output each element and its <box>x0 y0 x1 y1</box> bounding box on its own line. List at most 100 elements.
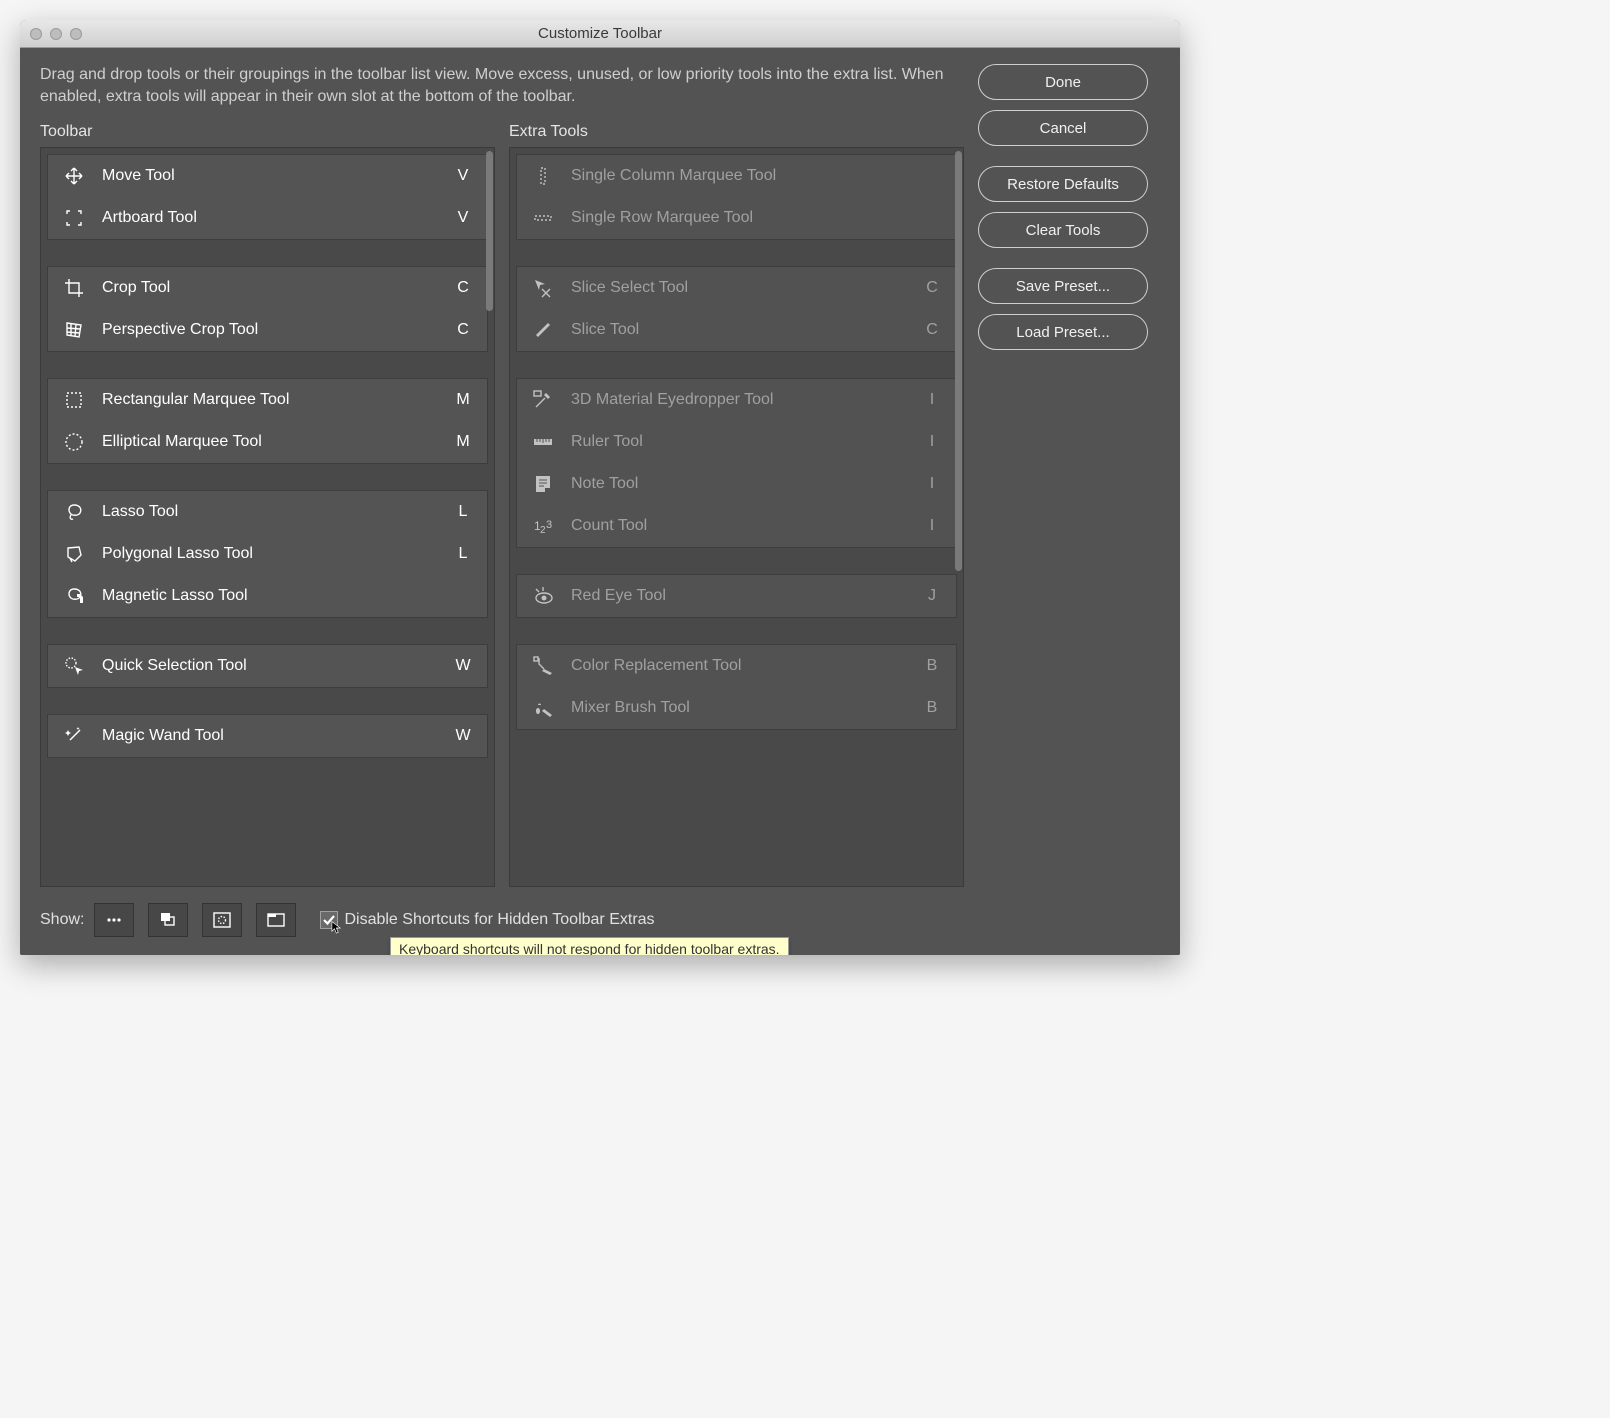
save-preset-button[interactable]: Save Preset... <box>978 268 1148 304</box>
tool-row[interactable]: Red Eye Tool J <box>517 575 956 617</box>
tool-name: Rectangular Marquee Tool <box>102 391 437 409</box>
tool-group[interactable]: Rectangular Marquee Tool M Elliptical Marq… <box>47 378 488 464</box>
tool-row[interactable]: 123Count ToolI <box>517 505 956 547</box>
tool-row[interactable]: Single Row Marquee Tool <box>517 197 956 239</box>
show-dots-button[interactable] <box>94 903 134 937</box>
tool-name: Magnetic Lasso Tool <box>102 587 437 605</box>
redeye-icon <box>531 584 555 608</box>
tooltip: Keyboard shortcuts will not respond for … <box>390 937 789 955</box>
tool-group[interactable]: Crop ToolCPerspective Crop ToolC <box>47 266 488 352</box>
note-icon <box>531 472 555 496</box>
tool-name: Note Tool <box>571 475 906 493</box>
tool-group[interactable]: Magic Wand ToolW <box>47 714 488 758</box>
extra-tools-label: Extra Tools <box>509 123 964 147</box>
tool-shortcut: L <box>453 545 473 563</box>
tool-group[interactable]: Single Column Marquee Tool Single Row Mar… <box>516 154 957 240</box>
tool-name: Red Eye Tool <box>571 587 906 605</box>
magic-wand-icon <box>62 724 86 748</box>
tool-shortcut: I <box>922 391 942 409</box>
scrollbar-thumb[interactable] <box>486 151 493 311</box>
tool-group[interactable]: Lasso Tool L Polygonal Lasso Tool L Magnetic… <box>47 490 488 618</box>
toolbar-list[interactable]: Move ToolVArtboard ToolVCrop ToolCPerspe… <box>40 147 495 887</box>
intro-text: Drag and drop tools or their groupings i… <box>40 64 964 123</box>
tool-row[interactable]: Single Column Marquee Tool <box>517 155 956 197</box>
show-screenmode-button[interactable] <box>256 903 296 937</box>
tool-group[interactable]: Move ToolVArtboard ToolV <box>47 154 488 240</box>
move-icon <box>62 164 86 188</box>
load-preset-button[interactable]: Load Preset... <box>978 314 1148 350</box>
tool-row[interactable]: Lasso Tool L <box>48 491 487 533</box>
tool-row[interactable]: Perspective Crop ToolC <box>48 309 487 351</box>
tool-shortcut: L <box>453 503 473 521</box>
tool-group[interactable]: Red Eye Tool J <box>516 574 957 618</box>
tool-name: Slice Tool <box>571 321 906 339</box>
cancel-button[interactable]: Cancel <box>978 110 1148 146</box>
tool-row[interactable]: Magic Wand ToolW <box>48 715 487 757</box>
zoom-window-button[interactable] <box>70 28 82 40</box>
lasso-icon <box>62 500 86 524</box>
tool-name: Single Column Marquee Tool <box>571 167 906 185</box>
tool-group[interactable]: Slice Select Tool C Slice Tool C <box>516 266 957 352</box>
tool-group[interactable]: Color Replacement Tool B Mixer Brush Tool B <box>516 644 957 730</box>
rect-marquee-icon <box>62 388 86 412</box>
disable-shortcuts-checkbox[interactable] <box>320 911 338 929</box>
tool-shortcut: J <box>922 587 942 605</box>
tool-group[interactable]: Quick Selection ToolW <box>47 644 488 688</box>
ellipse-marquee-icon <box>62 430 86 454</box>
customize-toolbar-window: Customize Toolbar Drag and drop tools or… <box>20 20 1180 955</box>
tool-row[interactable]: Ruler ToolI <box>517 421 956 463</box>
ruler-icon <box>531 430 555 454</box>
perspective-crop-icon <box>62 318 86 342</box>
done-button[interactable]: Done <box>978 64 1148 100</box>
tool-row[interactable]: Color Replacement Tool B <box>517 645 956 687</box>
tool-row[interactable]: Rectangular Marquee Tool M <box>48 379 487 421</box>
tool-shortcut: B <box>922 699 942 717</box>
tool-name: Color Replacement Tool <box>571 657 906 675</box>
tool-shortcut: W <box>453 727 473 745</box>
tool-row[interactable]: Artboard ToolV <box>48 197 487 239</box>
tool-name: Polygonal Lasso Tool <box>102 545 437 563</box>
tool-shortcut: C <box>922 279 942 297</box>
tool-row[interactable]: Elliptical Marquee ToolM <box>48 421 487 463</box>
tool-row[interactable]: Quick Selection ToolW <box>48 645 487 687</box>
slice-icon <box>531 318 555 342</box>
magnetic-lasso-icon <box>62 584 86 608</box>
tool-name: Move Tool <box>102 167 437 185</box>
scrollbar-thumb[interactable] <box>955 151 962 571</box>
tool-row[interactable]: Note ToolI <box>517 463 956 505</box>
tool-name: 3D Material Eyedropper Tool <box>571 391 906 409</box>
minimize-window-button[interactable] <box>50 28 62 40</box>
clear-tools-button[interactable]: Clear Tools <box>978 212 1148 248</box>
tool-shortcut: B <box>922 657 942 675</box>
tool-group[interactable]: 3D Material Eyedropper ToolIRuler ToolIN… <box>516 378 957 548</box>
tool-shortcut: V <box>453 209 473 227</box>
tool-shortcut: I <box>922 433 942 451</box>
tool-shortcut: C <box>922 321 942 339</box>
window-controls <box>20 28 82 40</box>
extra-tools-list[interactable]: Single Column Marquee Tool Single Row Mar… <box>509 147 964 887</box>
tool-name: Slice Select Tool <box>571 279 906 297</box>
tool-row[interactable]: 3D Material Eyedropper Tool I <box>517 379 956 421</box>
tool-name: Count Tool <box>571 517 906 535</box>
eyedrop-3d-icon <box>531 388 555 412</box>
tool-name: Lasso Tool <box>102 503 437 521</box>
show-fg-bg-button[interactable] <box>148 903 188 937</box>
tool-shortcut: M <box>453 391 473 409</box>
tool-row[interactable]: Mixer Brush Tool B <box>517 687 956 729</box>
close-window-button[interactable] <box>30 28 42 40</box>
tool-row[interactable]: Polygonal Lasso Tool L <box>48 533 487 575</box>
tool-row[interactable]: Magnetic Lasso Tool <box>48 575 487 617</box>
restore-defaults-button[interactable]: Restore Defaults <box>978 166 1148 202</box>
tool-name: Mixer Brush Tool <box>571 699 906 717</box>
tool-row[interactable]: Slice Select Tool C <box>517 267 956 309</box>
tool-row[interactable]: Move ToolV <box>48 155 487 197</box>
tool-row[interactable]: Crop ToolC <box>48 267 487 309</box>
svg-text:3: 3 <box>546 519 552 531</box>
tool-shortcut: C <box>453 321 473 339</box>
color-replace-icon <box>531 654 555 678</box>
mixer-brush-icon <box>531 696 555 720</box>
tool-name: Quick Selection Tool <box>102 657 437 675</box>
show-quickmask-button[interactable] <box>202 903 242 937</box>
quick-select-icon <box>62 654 86 678</box>
tool-row[interactable]: Slice Tool C <box>517 309 956 351</box>
